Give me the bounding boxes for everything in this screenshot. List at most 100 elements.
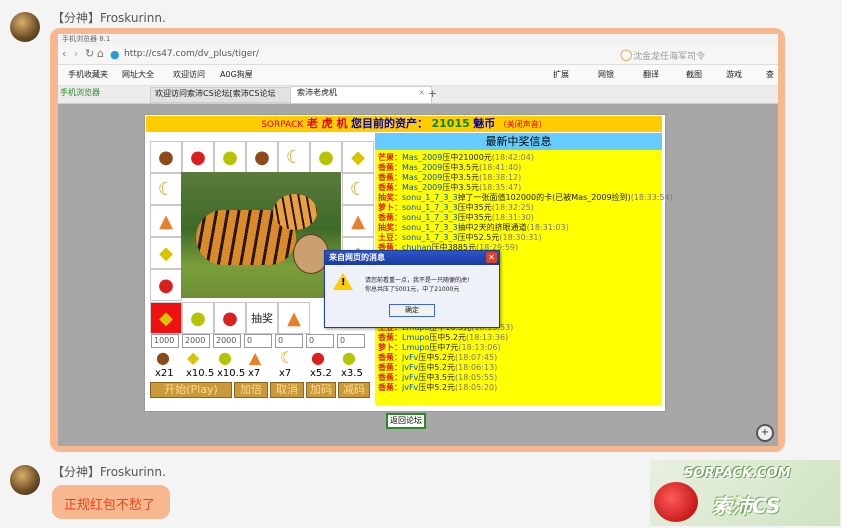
winner-tag: 香蕉： [378,363,402,372]
winner-tag: 土豆： [378,233,402,242]
winner-name[interactable]: Lmupo [402,333,429,342]
coconut-icon[interactable]: ● [156,348,170,367]
winner-tag: 香蕉： [378,373,402,382]
orange-icon: ▲ [278,302,310,334]
toolbar-item[interactable]: 扩展 [553,69,569,80]
bet-input[interactable]: 2000 [182,334,210,348]
winner-name[interactable]: sonu_1_7_3_3 [402,203,458,212]
bet-input[interactable]: 0 [275,334,303,348]
sound-toggle[interactable]: （关闭声音） [499,120,547,129]
bet-input[interactable]: 0 [337,334,365,348]
lower-button[interactable]: 减码 [338,382,370,398]
new-tab-button[interactable]: + [428,87,437,100]
banana-icon[interactable]: ☾ [280,348,294,367]
zoom-icon[interactable]: + [756,424,774,442]
tomato-icon[interactable]: ● [311,348,325,367]
cancel-button[interactable]: 取消 [270,382,304,398]
bet-input[interactable]: 1000 [151,334,179,348]
winner-name[interactable]: jvFv [402,373,418,382]
tab-tiger[interactable]: 索沛老虎机 × [290,86,432,103]
winner-name[interactable]: sonu_1_7_3_3 [402,213,458,222]
tab-forum[interactable]: 欢迎访问索沛CS论坛[索沛CS论坛 [150,87,292,103]
toolbar-item[interactable]: 截图 [686,69,702,80]
banana-icon: ☾ [278,141,310,173]
search-field[interactable]: 沈金龙任海军司令 [633,49,705,62]
winner-name[interactable]: Mas_2009 [402,153,442,162]
winner-text: 压中5.2元 [418,353,456,362]
winner-name[interactable]: Lmupo [402,343,429,352]
apple-icon[interactable]: ● [218,348,232,367]
forward-icon[interactable]: › [74,47,78,60]
refresh-icon[interactable]: ↻ [85,47,94,60]
lemon-icon[interactable]: ◆ [187,348,199,367]
close-icon[interactable]: ✕ [486,252,497,263]
coconut-icon: ● [246,141,278,173]
winner-time: (18:05:55) [455,373,498,382]
bookmark-item[interactable]: 手机收藏夹 [68,69,108,80]
window-title: 手机浏览器 8.1 [62,35,111,43]
winner-tag: 香蕉： [378,183,402,192]
home-icon[interactable]: ⌂ [97,47,104,60]
winner-name[interactable]: jvFv [402,383,418,392]
bet-input[interactable]: 0 [306,334,334,348]
bet-input[interactable]: 0 [244,334,272,348]
toolbar-item[interactable]: 翻译 [643,69,659,80]
multiplier-label: x10.5 [186,368,215,379]
winner-text: 压中3.5元 [442,163,480,172]
winner-name[interactable]: sonu_1_7_3_3 [402,193,458,202]
tab-bar: 手机浏览器 欢迎访问索沛CS论坛[索沛CS论坛 索沛老虎机 × + [58,86,778,104]
bet-input[interactable]: 2000 [213,334,241,348]
bookmark-item[interactable]: 网址大全 [122,69,154,80]
winner-name[interactable]: Mas_2009 [402,183,442,192]
winner-name[interactable]: sonu_1_7_3_3 [402,223,458,232]
search-engine-icon[interactable]: ◯ [620,48,632,61]
tab-mobile[interactable]: 手机浏览器 [60,87,144,101]
winner-time: (18:33:54) [630,193,673,202]
winner-text: 压中3.5元 [442,173,480,182]
back-icon[interactable]: ‹ [62,47,66,60]
toolbar-item[interactable]: 查 [766,69,774,80]
winner-entry: 香蕉：jvFv压中5.2元(18:06:13) [378,363,497,373]
apple-icon: ● [214,141,246,173]
winner-text: 压中5.2元 [418,363,456,372]
winner-text: 压中35元 [457,213,492,222]
winner-name[interactable]: jvFv [402,353,418,362]
play-button[interactable]: 开始(Play) [150,382,232,398]
url-field[interactable]: http://cs47.com/dv_plus/tiger/ [124,49,259,59]
back-to-forum-button[interactable]: 返回论坛 [386,413,426,429]
dialog-titlebar: 来自网页的消息 ✕ [325,251,499,265]
bookmark-item[interactable]: A0G狗屋 [220,69,253,80]
winner-tag: 香蕉： [378,173,402,182]
avatar[interactable] [10,465,40,495]
bookmark-item[interactable]: 欢迎访问 [173,69,205,80]
tomato-icon: ● [182,141,214,173]
winner-tag: 萝卜： [378,343,402,352]
assets-unit: 魅币 [473,117,496,130]
toolbar-item[interactable]: 游戏 [726,69,742,80]
winner-text: 压中5.2元 [429,333,467,342]
apple-icon[interactable]: ● [342,348,356,367]
close-tab-icon[interactable]: × [418,88,425,97]
toolbar-item[interactable]: 网银 [598,69,614,80]
winner-name[interactable]: jvFv [402,363,418,372]
winner-entry: 香蕉：sonu_1_7_3_3压中35元(18:31:30) [378,213,534,223]
apple-icon: ● [182,302,214,334]
winner-name[interactable]: Mas_2009 [402,173,442,182]
alert-dialog: 来自网页的消息 ✕ ! 请您前看重一点，我不是一只随便的虎! 你总共压了5001… [324,250,500,328]
winner-tag: 抽奖： [378,193,402,202]
orange-icon[interactable]: ▲ [249,348,261,367]
winner-name[interactable]: Mas_2009 [402,163,442,172]
avatar[interactable] [10,12,40,42]
winner-tag: 抽奖： [378,223,402,232]
winner-text: 压中7元 [429,343,459,352]
lottery-cell: 抽奖 [246,302,278,334]
winner-entry: 抽奖：sonu_1_7_3_3掉了一张面值102000的卡(已被Mas_2009… [378,193,673,203]
winner-time: (18:32:25) [491,203,534,212]
orange-icon: ▲ [342,205,374,237]
game-title-bar: SORPACK 老 虎 机 您目前的资产： 21015 魅币 （关闭声音） [146,116,662,132]
winner-name[interactable]: sonu_1_7_3_3 [402,233,458,242]
multiplier-label: x7 [279,368,292,379]
ok-button[interactable]: 确定 [389,304,435,317]
double-button[interactable]: 加倍 [234,382,268,398]
raise-button[interactable]: 加码 [306,382,336,398]
